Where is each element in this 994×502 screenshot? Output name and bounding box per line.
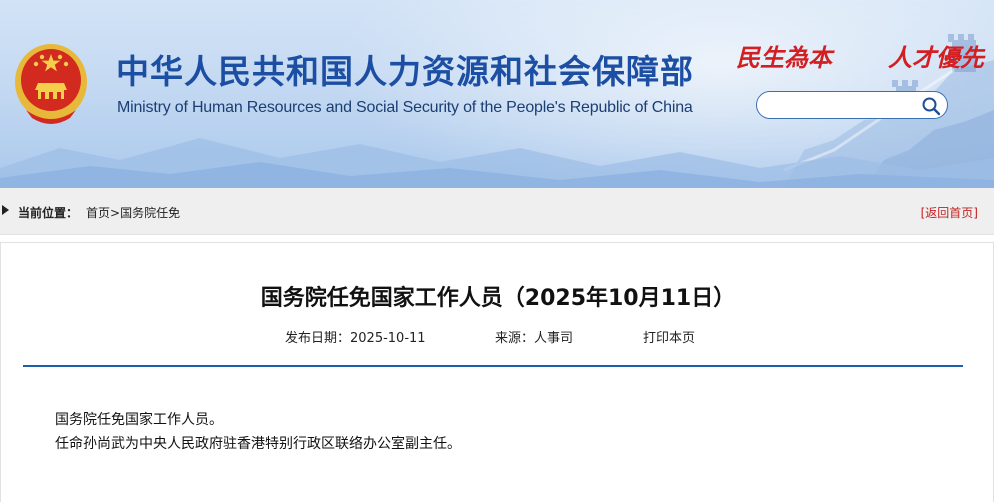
print-page-link[interactable]: 打印本页 [643,327,695,346]
site-title-english: Ministry of Human Resources and Social S… [117,99,693,116]
breadcrumb-link-home[interactable]: 首页 [86,206,110,220]
site-title-chinese: 中华人民共和国人力资源和社会保障部 [116,52,694,91]
article-meta: 发布日期：2025-10-11 来源：人事司 打印本页 [1,327,994,346]
national-emblem-icon [15,44,87,124]
slogan-right: 人才優先 [888,43,984,72]
article-body: 国务院任免国家工作人员。 任命孙尚武为中央人民政府驻香港特别行政区联络办公室副主… [55,408,461,456]
mountain-silhouette [0,138,994,188]
search-input[interactable] [769,95,917,115]
title-divider [23,365,963,367]
search-icon[interactable] [921,96,941,116]
article-card: 国务院任免国家工作人员（2025年10月11日） 发布日期：2025-10-11… [0,242,994,502]
search-box [756,91,948,119]
publish-date: 发布日期：2025-10-11 [285,331,426,346]
triangle-arrow-icon [2,205,9,215]
back-to-home-link[interactable]: [返回首页] [921,204,978,221]
article-title: 国务院任免国家工作人员（2025年10月11日） [260,286,736,311]
article-paragraph: 国务院任免国家工作人员。 [55,412,223,428]
slogan: 民生為本 人才優先 [736,38,984,73]
site-header: 中华人民共和国人力资源和社会保障部 Ministry of Human Reso… [0,0,994,188]
breadcrumb-link-appointments[interactable]: 国务院任免 [120,206,180,220]
article-source: 来源：人事司 [495,331,574,346]
breadcrumb-separator: > [110,206,121,220]
breadcrumb: 当前位置： 首页>国务院任免 [18,204,180,221]
article-paragraph: 任命孙尚武为中央人民政府驻香港特别行政区联络办公室副主任。 [55,436,461,452]
slogan-left: 民生為本 [736,43,832,72]
breadcrumb-bar: 当前位置： 首页>国务院任免 [返回首页] [0,188,994,235]
breadcrumb-label: 当前位置： [18,206,79,220]
